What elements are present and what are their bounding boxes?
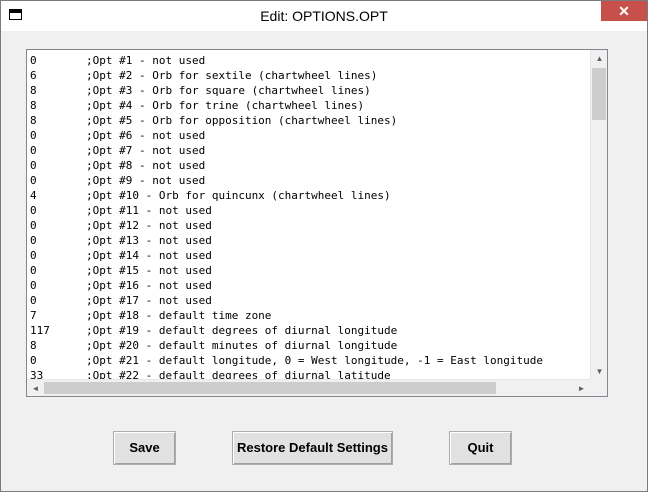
vertical-scroll-thumb[interactable] (592, 68, 606, 120)
close-button[interactable]: ✕ (601, 1, 647, 21)
option-value: 0 (30, 279, 37, 292)
option-comment: ;Opt #19 - default degrees of diurnal lo… (86, 324, 398, 337)
horizontal-scroll-thumb[interactable] (44, 382, 496, 394)
option-value: 4 (30, 189, 37, 202)
option-line[interactable]: 0 ;Opt #1 - not used (29, 53, 606, 68)
option-line[interactable]: 0 ;Opt #16 - not used (29, 278, 606, 293)
option-comment: ;Opt #1 - not used (86, 54, 206, 67)
option-value: 8 (30, 84, 37, 97)
option-line[interactable]: 8 ;Opt #3 - Orb for square (chartwheel li… (29, 83, 606, 98)
option-line[interactable]: 8 ;Opt #5 - Orb for opposition (chartwhee… (29, 113, 606, 128)
option-comment: ;Opt #11 - not used (86, 204, 212, 217)
options-text-editor[interactable]: 0 ;Opt #1 - not used 6 ;Opt #2 - Orb for se… (26, 49, 608, 397)
option-line[interactable]: 0 ;Opt #11 - not used (29, 203, 606, 218)
option-value: 0 (30, 264, 37, 277)
option-comment: ;Opt #9 - not used (86, 174, 206, 187)
option-value: 0 (30, 54, 37, 67)
option-value: 0 (30, 159, 37, 172)
option-comment: ;Opt #10 - Orb for quincunx (chartwheel … (86, 189, 391, 202)
option-value: 117 (30, 324, 50, 337)
scroll-up-arrow-icon[interactable]: ▲ (591, 50, 608, 67)
option-comment: ;Opt #17 - not used (86, 294, 212, 307)
option-comment: ;Opt #12 - not used (86, 219, 212, 232)
option-comment: ;Opt #2 - Orb for sextile (chartwheel li… (86, 69, 378, 82)
option-line[interactable]: 6 ;Opt #2 - Orb for sextile (chartwheel l… (29, 68, 606, 83)
quit-button[interactable]: Quit (449, 431, 512, 465)
option-comment: ;Opt #3 - Orb for square (chartwheel lin… (86, 84, 371, 97)
option-value: 8 (30, 114, 37, 127)
option-value: 0 (30, 234, 37, 247)
option-comment: ;Opt #21 - default longitude, 0 = West l… (86, 354, 543, 367)
option-line[interactable]: 0 ;Opt #6 - not used (29, 128, 606, 143)
scroll-right-arrow-icon[interactable]: ► (573, 380, 590, 397)
option-comment: ;Opt #20 - default minutes of diurnal lo… (86, 339, 398, 352)
option-value: 0 (30, 219, 37, 232)
option-value: 0 (30, 174, 37, 187)
option-value: 8 (30, 339, 37, 352)
option-comment: ;Opt #8 - not used (86, 159, 206, 172)
option-line[interactable]: 7 ;Opt #18 - default time zone (29, 308, 606, 323)
option-line[interactable]: 0 ;Opt #8 - not used (29, 158, 606, 173)
option-line[interactable]: 0 ;Opt #17 - not used (29, 293, 606, 308)
save-button[interactable]: Save (113, 431, 176, 465)
option-comment: ;Opt #18 - default time zone (86, 309, 272, 322)
restore-default-settings-button[interactable]: Restore Default Settings (232, 431, 393, 465)
option-line[interactable]: 8 ;Opt #20 - default minutes of diurnal l… (29, 338, 606, 353)
option-line[interactable]: 0 ;Opt #15 - not used (29, 263, 606, 278)
option-comment: ;Opt #13 - not used (86, 234, 212, 247)
option-value: 0 (30, 354, 37, 367)
option-value: 8 (30, 99, 37, 112)
option-comment: ;Opt #5 - Orb for opposition (chartwheel… (86, 114, 398, 127)
option-comment: ;Opt #16 - not used (86, 279, 212, 292)
option-comment: ;Opt #15 - not used (86, 264, 212, 277)
option-comment: ;Opt #6 - not used (86, 129, 206, 142)
option-line[interactable]: 0 ;Opt #21 - default longitude, 0 = West … (29, 353, 606, 368)
horizontal-scrollbar[interactable]: ◄ ► (27, 379, 590, 396)
option-line[interactable]: 0 ;Opt #14 - not used (29, 248, 606, 263)
option-line[interactable]: 0 ;Opt #9 - not used (29, 173, 606, 188)
option-value: 7 (30, 309, 37, 322)
scroll-left-arrow-icon[interactable]: ◄ (27, 380, 44, 397)
scroll-down-arrow-icon[interactable]: ▼ (591, 363, 608, 380)
option-value: 0 (30, 249, 37, 262)
vertical-scrollbar[interactable]: ▲ ▼ (590, 50, 607, 380)
option-line[interactable]: 8 ;Opt #4 - Orb for trine (chartwheel lin… (29, 98, 606, 113)
option-line[interactable]: 117 ;Opt #19 - default degrees of diurnal… (29, 323, 606, 338)
option-line[interactable]: 0 ;Opt #7 - not used (29, 143, 606, 158)
option-comment: ;Opt #14 - not used (86, 249, 212, 262)
option-comment: ;Opt #7 - not used (86, 144, 206, 157)
option-value: 0 (30, 204, 37, 217)
option-line[interactable]: 0 ;Opt #12 - not used (29, 218, 606, 233)
option-value: 0 (30, 294, 37, 307)
option-line[interactable]: 4 ;Opt #10 - Orb for quincunx (chartwheel… (29, 188, 606, 203)
title-bar[interactable]: Edit: OPTIONS.OPT ✕ (1, 1, 647, 31)
window-title: Edit: OPTIONS.OPT (260, 8, 388, 24)
editor-text-area[interactable]: 0 ;Opt #1 - not used 6 ;Opt #2 - Orb for se… (29, 53, 606, 380)
options-editor-window: Edit: OPTIONS.OPT ✕ 0 ;Opt #1 - not used 6… (0, 0, 648, 492)
option-line[interactable]: 0 ;Opt #13 - not used (29, 233, 606, 248)
scrollbar-corner (590, 379, 607, 396)
option-value: 6 (30, 69, 37, 82)
option-value: 0 (30, 144, 37, 157)
option-comment: ;Opt #4 - Orb for trine (chartwheel line… (86, 99, 365, 112)
option-value: 0 (30, 129, 37, 142)
